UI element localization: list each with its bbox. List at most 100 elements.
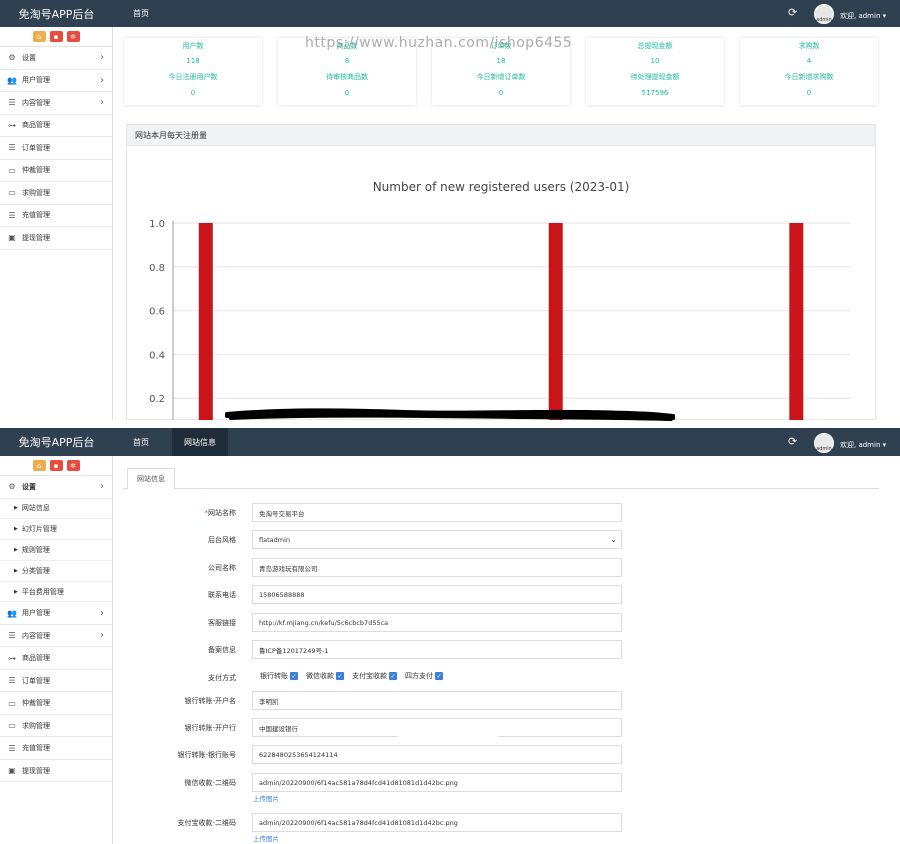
refresh-icon-2[interactable]: ⟳ [788,435,797,448]
form-label: 银行转账-开户行 [126,723,236,733]
refresh-icon[interactable]: ⟳ [788,6,797,19]
bottom-header: 免淘号APP后台 首页 网站信息 ⟳ admin 欢迎, admin ▾ [0,428,900,456]
sidebar-item-sidebar2.items.1.label[interactable]: ☰ 内容管理 › [0,625,112,648]
brand-title[interactable]: 免淘号APP后台 [0,0,113,27]
sidebar-item-sidebar1.items.4.label[interactable]: ☰ 订单管理 [0,137,112,160]
trash-icon[interactable]: ▪ [49,31,63,42]
form-input[interactable]: 15806588888 [252,585,622,604]
payment-options: 银行转账 ✓ 微信收款 ✓ 支付宝收款 ✓ 四方支付 ✓ [260,671,443,681]
list-icon: ☰ [8,743,16,753]
sidebar-subitem[interactable]: ▶ 网站信息 [0,499,112,520]
upload-image-link[interactable]: 上传图片 [253,793,279,803]
cog-icon[interactable]: ✲ [66,31,80,42]
form-input[interactable]: 青岛游戏玩有限公司 [252,558,622,577]
payment-checkbox[interactable]: 银行转账 ✓ [260,671,298,681]
form-input[interactable]: http://kf.mjiang.cn/kefu/5c6cbcb7d55ca [252,613,622,632]
form-input[interactable]: admin/20220900/6f14ac581a78d4fcd41d81081… [252,773,622,792]
sidebar-item-sidebar2.items.3.label[interactable]: ☰ 订单管理 [0,670,112,693]
gamepad-icon: ⊶ [8,653,16,663]
watermark: https://www.huzhan.com/ishop6455 [305,35,573,51]
sidebar-item-sidebar2.items.0.label[interactable]: 👥 用户管理 › [0,602,112,625]
tab-home[interactable]: 首页 [125,0,157,27]
sidebar-subitem[interactable]: ▶ 分类管理 [0,561,112,582]
payment-checkbox[interactable]: 四方支付 ✓ [405,671,443,681]
sidebar-item-sidebar1.items.0.label[interactable]: ⚙ 设置 › [0,47,112,70]
sidebar-subitem[interactable]: ▶ 幻灯片管理 [0,519,112,541]
sidebar-item-sidebar1.items.1.label[interactable]: 👥 用户管理 › [0,70,112,92]
tab-site-info[interactable]: 网站信息 [172,428,228,456]
avatar[interactable]: admin [814,4,834,24]
sidebar-item-settings[interactable]: ⚙ 设置 › [0,476,112,499]
list-icon: ☰ [8,631,16,641]
sidebar-item-label: 商品管理 [22,121,50,130]
chevron-right-icon: › [100,481,104,493]
monitor-icon: ▭ [8,721,16,731]
sidebar-item-label: 求购管理 [22,721,50,730]
chart-bar[interactable] [548,223,563,420]
stat-value1: 118 [186,57,200,65]
style-select[interactable]: flatadmin ⌄ [252,530,622,549]
chevron-right-icon: › [100,52,104,64]
welcome-menu-2[interactable]: 欢迎, admin ▾ [840,440,886,450]
gears-icon: ⚙ [8,482,16,492]
tab-site-info-form[interactable]: 网站信息 [127,468,175,490]
sidebar-item-sidebar1.items.8.label[interactable]: ▣ 提现管理 [0,227,112,250]
sidebar-item-label: 订单管理 [22,676,50,685]
caret-right-icon: ▶ [14,567,18,574]
payment-option-label: 四方支付 [405,672,433,680]
monitor-icon: ▭ [8,188,16,198]
sidebar-item-sidebar1.items.7.label[interactable]: ☰ 充值管理 [0,205,112,227]
redaction-patch [398,735,498,744]
registration-chart: Number of new registered users (2023-01)… [149,180,851,420]
welcome-menu[interactable]: 欢迎, admin ▾ [840,11,886,21]
form-input[interactable]: 6228480253654124114 [252,745,622,764]
stat-label2: 今日新增订单数 [476,73,526,81]
sidebar-item-sidebar1.items.3.label[interactable]: ⊶ 商品管理 [0,115,112,137]
chevron-right-icon: › [100,630,104,642]
form-label: 后台风格 [126,535,236,545]
tab-home-2[interactable]: 首页 [125,428,157,456]
sidebar-item-sidebar1.items.2.label[interactable]: ☰ 内容管理 › [0,92,112,115]
chart-bar[interactable] [198,223,213,420]
home-icon[interactable]: ⌂ [32,460,46,471]
gamepad-icon: ⊶ [8,120,16,130]
sidebar-subitem[interactable]: ▶ 平台费用管理 [0,582,112,603]
sidebar-buttons-2: ⌂ ▪ ✲ [0,456,112,476]
form-input[interactable]: 免淘号交易平台 [252,503,622,522]
sidebar-item-sidebar2.items.7.label[interactable]: ▣ 提现管理 [0,760,112,783]
stat-value2: 0 [190,89,196,97]
brand-title-2[interactable]: 免淘号APP后台 [0,428,113,456]
sidebar-item-sidebar1.items.6.label[interactable]: ▭ 求购管理 [0,182,112,205]
form-label-text: 微信收款-二维码 [184,779,236,787]
form-input[interactable]: 李明凯 [252,691,622,710]
form-label-text: 客服链接 [208,619,236,627]
form-input[interactable]: 鲁ICP备12017249号-1 [252,640,622,659]
form-label-text: 银行转账-开户行 [184,724,236,732]
money-icon: ▣ [8,766,16,776]
sidebar-item-label: 内容管理 [22,631,50,640]
sidebar-bottom: ⌂ ▪ ✲ ⚙ 设置 › ▶ 网站信息 ▶ 幻灯片管理 ▶ 规则管理 ▶ 分类管理 ▶ 平台费用管… [0,456,113,844]
sidebar-subitem[interactable]: ▶ 规则管理 [0,540,112,561]
sidebar-item-sidebar2.items.2.label[interactable]: ⊶ 商品管理 [0,647,112,670]
payment-checkbox[interactable]: 支付宝收款 ✓ [352,671,397,681]
sidebar-item-sidebar2.items.6.label[interactable]: ☰ 充值管理 [0,737,112,760]
sidebar-item-sidebar2.items.4.label[interactable]: ▭ 仲裁管理 [0,692,112,715]
sidebar-item-sidebar2.items.5.label[interactable]: ▭ 求购管理 [0,715,112,738]
sidebar-item-sidebar1.items.5.label[interactable]: ▭ 仲裁管理 [0,160,112,182]
avatar-2[interactable]: admin [814,433,834,453]
form-input-value: admin/20220900/6f14ac581a78d4fcd41d81081… [259,818,458,827]
home-icon[interactable]: ⌂ [32,31,46,42]
form-input-value: 免淘号交易平台 [259,509,305,518]
upload-image-link[interactable]: 上传图片 [253,833,279,843]
form-label: 公司名称 [126,563,236,573]
trash-icon[interactable]: ▪ [49,460,63,471]
chart-bar[interactable] [789,223,804,420]
cog-icon[interactable]: ✲ [66,460,80,471]
sidebar-subitem-label: 网站信息 [21,504,50,513]
form-input[interactable]: admin/20220900/6f14ac581a78d4fcd41d81081… [252,813,622,832]
payment-checkbox[interactable]: 微信收款 ✓ [306,671,344,681]
form-input-value: flatadmin [259,535,290,544]
redaction-patch [390,710,430,717]
sidebar-item-label: 仲裁管理 [22,699,50,708]
stat-label1: 求购数 [798,42,820,50]
